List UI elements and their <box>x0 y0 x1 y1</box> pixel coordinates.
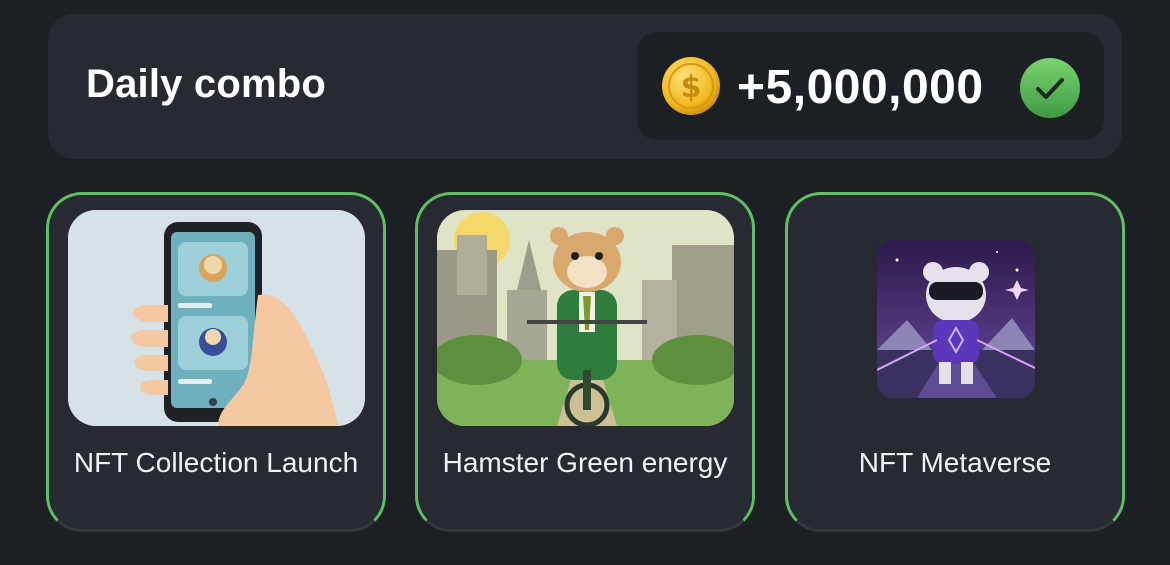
card-label: NFT Metaverse <box>858 447 1052 478</box>
hamster-on-bicycle-illustration <box>437 210 734 426</box>
card-label: Hamster Green energy <box>442 447 728 478</box>
reward-pill: $ +5,000,000 <box>637 32 1104 140</box>
reward-amount: +5,000,000 <box>737 61 984 114</box>
check-circle-icon <box>1020 58 1080 118</box>
dollar-coin-icon: $ <box>662 57 720 115</box>
svg-text:$: $ <box>681 70 702 105</box>
phone-nft-collection-illustration <box>68 210 365 426</box>
daily-combo-header: Daily combo $ +5,000,000 <box>48 14 1122 159</box>
combo-card-nft-metaverse[interactable]: NFT Metaverse <box>785 192 1125 532</box>
hamster-vr-metaverse-illustration <box>877 240 1035 398</box>
combo-card-hamster-green-energy[interactable]: Hamster Green energy <box>415 192 755 532</box>
combo-card-nft-collection[interactable]: NFT Collection Launch <box>46 192 386 532</box>
daily-combo-title: Daily combo <box>86 62 327 106</box>
card-label: NFT Collection Launch <box>73 447 359 478</box>
